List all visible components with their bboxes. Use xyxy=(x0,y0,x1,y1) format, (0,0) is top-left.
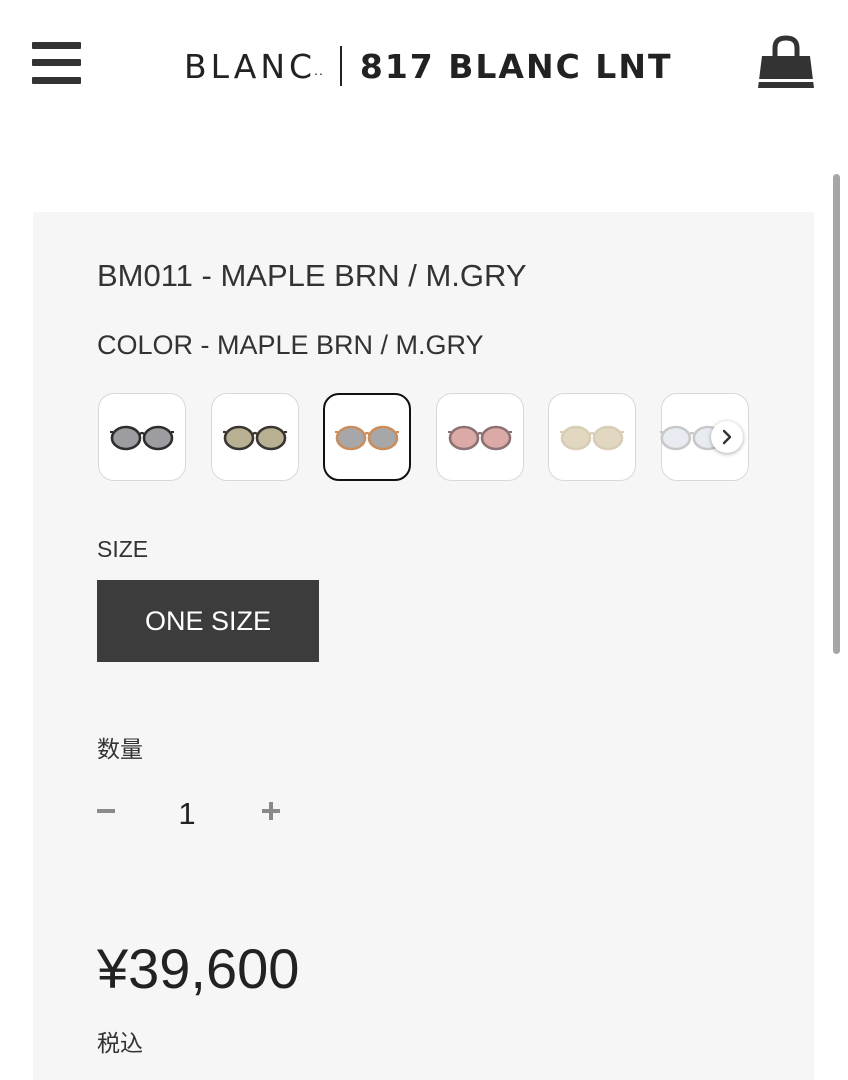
sunglasses-thumbnail xyxy=(335,425,399,451)
sunglasses-thumbnail xyxy=(560,425,624,451)
product-price: ¥39,600 xyxy=(97,937,300,1000)
sunglasses-thumbnail xyxy=(222,425,287,451)
size-label: SIZE xyxy=(97,536,149,562)
store-logo[interactable]: BLANC .. 817 BLANC LNT xyxy=(184,44,672,88)
sunglasses-thumbnail xyxy=(447,425,512,451)
color-label: COLOR - MAPLE BRN / M.GRY xyxy=(97,330,484,360)
color-swatch[interactable] xyxy=(98,393,186,481)
quantity-increase-button[interactable] xyxy=(259,798,283,826)
color-swatch[interactable] xyxy=(548,393,636,481)
header: BLANC .. 817 BLANC LNT xyxy=(0,0,848,130)
sunglasses-thumbnail xyxy=(110,425,174,451)
color-swatch[interactable] xyxy=(210,393,299,481)
hamburger-menu-icon[interactable] xyxy=(32,42,81,84)
quantity-label: 数量 xyxy=(97,737,143,763)
page-scrollbar[interactable] xyxy=(833,174,840,654)
chevron-right-icon[interactable] xyxy=(711,421,743,453)
color-swatch[interactable] xyxy=(435,393,524,481)
logo-store-name: 817 BLANC LNT xyxy=(359,46,673,86)
shopping-bag-icon[interactable] xyxy=(756,34,816,92)
size-option-button[interactable]: ONE SIZE xyxy=(97,580,319,662)
product-title: BM011 - MAPLE BRN / M.GRY xyxy=(97,258,527,293)
quantity-decrease-button[interactable] xyxy=(94,798,118,826)
tax-included-note: 税込 xyxy=(97,1031,143,1057)
quantity-value[interactable]: 1 xyxy=(172,796,202,832)
minus-icon xyxy=(97,809,115,813)
logo-divider xyxy=(339,46,342,86)
logo-brand-dots: .. xyxy=(314,62,324,78)
color-swatch[interactable] xyxy=(323,393,411,481)
logo-brand: BLANC xyxy=(184,46,317,86)
